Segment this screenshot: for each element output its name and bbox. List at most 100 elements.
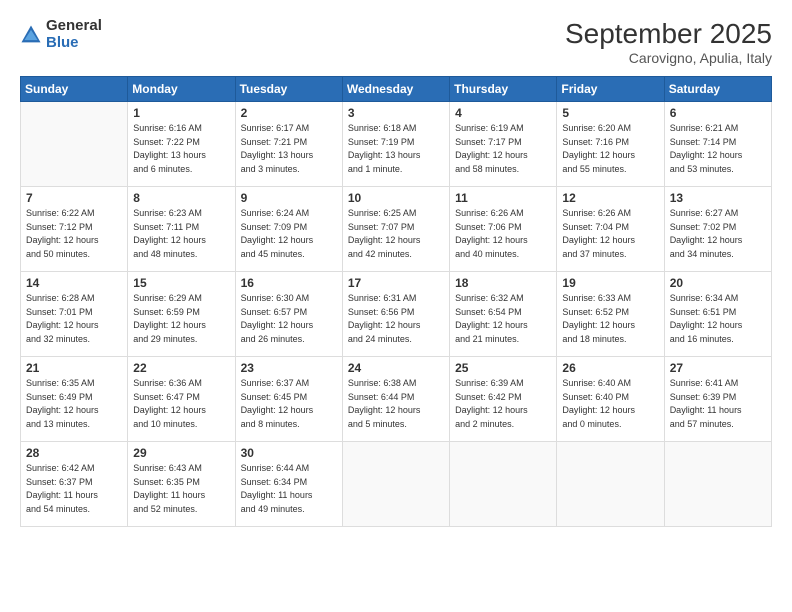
calendar-cell: 29Sunrise: 6:43 AMSunset: 6:35 PMDayligh…	[128, 442, 235, 527]
calendar-cell: 17 Sunrise: 6:31 AMSunset: 6:56 PMDayligh…	[342, 272, 449, 357]
calendar-cell: 1Sunrise: 6:16 AMSunset: 7:22 PMDaylight…	[128, 102, 235, 187]
day-info: Sunrise: 6:30 AMSunset: 6:57 PMDaylight:…	[241, 292, 337, 346]
calendar-header-row: SundayMondayTuesdayWednesdayThursdayFrid…	[21, 77, 772, 102]
col-header-monday: Monday	[128, 77, 235, 102]
calendar-cell: 28 Sunrise: 6:42 AMSunset: 6:37 PMDayligh…	[21, 442, 128, 527]
day-info: Sunrise: 6:17 AMSunset: 7:21 PMDaylight:…	[241, 122, 337, 176]
day-number: 2	[241, 106, 337, 120]
header: General Blue September 2025 Carovigno, A…	[20, 18, 772, 66]
day-number: 21	[26, 361, 122, 375]
day-info: Sunrise: 6:33 AMSunset: 6:52 PMDaylight:…	[562, 292, 658, 346]
day-number: 3	[348, 106, 444, 120]
day-number: 19	[562, 276, 658, 290]
day-info: Sunrise: 6:22 AMSunset: 7:12 PMDaylight:…	[26, 207, 122, 261]
calendar-week-3: 14Sunrise: 6:28 AMSunset: 7:01 PMDayligh…	[21, 272, 772, 357]
day-number: 30	[241, 446, 337, 460]
day-info: Sunrise: 6:18 AMSunset: 7:19 PMDaylight:…	[348, 122, 444, 176]
calendar-cell: 15 Sunrise: 6:29 AMSunset: 6:59 PMDayligh…	[128, 272, 235, 357]
day-number: 23	[241, 361, 337, 375]
col-header-wednesday: Wednesday	[342, 77, 449, 102]
col-header-tuesday: Tuesday	[235, 77, 342, 102]
calendar-cell: 26 Sunrise: 6:40 AMSunset: 6:40 PMDayligh…	[557, 357, 664, 442]
day-info: Sunrise: 6:35 AMSunset: 6:49 PMDaylight:…	[26, 377, 122, 431]
day-number: 24	[348, 361, 444, 375]
day-info: Sunrise: 6:26 AMSunset: 7:04 PMDaylight:…	[562, 207, 658, 261]
day-number: 27	[670, 361, 766, 375]
day-info: Sunrise: 6:37 AMSunset: 6:45 PMDaylight:…	[241, 377, 337, 431]
calendar-week-5: 28 Sunrise: 6:42 AMSunset: 6:37 PMDayligh…	[21, 442, 772, 527]
calendar-cell: 9 Sunrise: 6:24 AMSunset: 7:09 PMDaylight…	[235, 187, 342, 272]
day-info: Sunrise: 6:29 AMSunset: 6:59 PMDaylight:…	[133, 292, 229, 346]
calendar-cell: 2 Sunrise: 6:17 AMSunset: 7:21 PMDaylight…	[235, 102, 342, 187]
logo-blue-text: Blue	[46, 35, 102, 52]
calendar-cell: 14Sunrise: 6:28 AMSunset: 7:01 PMDayligh…	[21, 272, 128, 357]
day-number: 15	[133, 276, 229, 290]
calendar-cell: 27 Sunrise: 6:41 AMSunset: 6:39 PMDayligh…	[664, 357, 771, 442]
day-info: Sunrise: 6:34 AMSunset: 6:51 PMDaylight:…	[670, 292, 766, 346]
calendar-cell: 4 Sunrise: 6:19 AMSunset: 7:17 PMDaylight…	[450, 102, 557, 187]
day-info: Sunrise: 6:36 AMSunset: 6:47 PMDaylight:…	[133, 377, 229, 431]
day-info: Sunrise: 6:39 AMSunset: 6:42 PMDaylight:…	[455, 377, 551, 431]
calendar-cell: 21 Sunrise: 6:35 AMSunset: 6:49 PMDayligh…	[21, 357, 128, 442]
day-info: Sunrise: 6:24 AMSunset: 7:09 PMDaylight:…	[241, 207, 337, 261]
day-number: 10	[348, 191, 444, 205]
day-info: Sunrise: 6:27 AMSunset: 7:02 PMDaylight:…	[670, 207, 766, 261]
calendar-cell	[450, 442, 557, 527]
calendar-week-4: 21 Sunrise: 6:35 AMSunset: 6:49 PMDayligh…	[21, 357, 772, 442]
calendar-cell	[664, 442, 771, 527]
col-header-friday: Friday	[557, 77, 664, 102]
calendar-cell: 8 Sunrise: 6:23 AMSunset: 7:11 PMDaylight…	[128, 187, 235, 272]
logo-text: General Blue	[46, 18, 102, 51]
day-number: 20	[670, 276, 766, 290]
day-info: Sunrise: 6:38 AMSunset: 6:44 PMDaylight:…	[348, 377, 444, 431]
calendar-cell: 3 Sunrise: 6:18 AMSunset: 7:19 PMDaylight…	[342, 102, 449, 187]
logo-icon	[20, 24, 42, 46]
day-info: Sunrise: 6:42 AMSunset: 6:37 PMDaylight:…	[26, 462, 122, 516]
calendar-cell: 10Sunrise: 6:25 AMSunset: 7:07 PMDayligh…	[342, 187, 449, 272]
calendar-cell	[21, 102, 128, 187]
col-header-thursday: Thursday	[450, 77, 557, 102]
calendar-cell: 23 Sunrise: 6:37 AMSunset: 6:45 PMDayligh…	[235, 357, 342, 442]
day-number: 26	[562, 361, 658, 375]
calendar-cell: 6Sunrise: 6:21 AMSunset: 7:14 PMDaylight…	[664, 102, 771, 187]
calendar-cell: 11 Sunrise: 6:26 AMSunset: 7:06 PMDayligh…	[450, 187, 557, 272]
logo-general-text: General	[46, 18, 102, 35]
day-number: 22	[133, 361, 229, 375]
calendar-table: SundayMondayTuesdayWednesdayThursdayFrid…	[20, 76, 772, 527]
day-info: Sunrise: 6:41 AMSunset: 6:39 PMDaylight:…	[670, 377, 766, 431]
day-number: 16	[241, 276, 337, 290]
calendar-week-1: 1Sunrise: 6:16 AMSunset: 7:22 PMDaylight…	[21, 102, 772, 187]
day-number: 1	[133, 106, 229, 120]
calendar-cell	[342, 442, 449, 527]
logo: General Blue	[20, 18, 102, 51]
calendar-cell: 24 Sunrise: 6:38 AMSunset: 6:44 PMDayligh…	[342, 357, 449, 442]
day-number: 11	[455, 191, 551, 205]
day-number: 17	[348, 276, 444, 290]
day-number: 28	[26, 446, 122, 460]
title-block: September 2025 Carovigno, Apulia, Italy	[565, 18, 772, 66]
calendar-cell: 25Sunrise: 6:39 AMSunset: 6:42 PMDayligh…	[450, 357, 557, 442]
day-number: 7	[26, 191, 122, 205]
day-info: Sunrise: 6:23 AMSunset: 7:11 PMDaylight:…	[133, 207, 229, 261]
calendar-cell: 12Sunrise: 6:26 AMSunset: 7:04 PMDayligh…	[557, 187, 664, 272]
calendar-week-2: 7 Sunrise: 6:22 AMSunset: 7:12 PMDaylight…	[21, 187, 772, 272]
day-number: 9	[241, 191, 337, 205]
day-info: Sunrise: 6:19 AMSunset: 7:17 PMDaylight:…	[455, 122, 551, 176]
day-info: Sunrise: 6:40 AMSunset: 6:40 PMDaylight:…	[562, 377, 658, 431]
calendar-cell: 19 Sunrise: 6:33 AMSunset: 6:52 PMDayligh…	[557, 272, 664, 357]
day-info: Sunrise: 6:26 AMSunset: 7:06 PMDaylight:…	[455, 207, 551, 261]
col-header-sunday: Sunday	[21, 77, 128, 102]
day-info: Sunrise: 6:20 AMSunset: 7:16 PMDaylight:…	[562, 122, 658, 176]
calendar-cell: 13Sunrise: 6:27 AMSunset: 7:02 PMDayligh…	[664, 187, 771, 272]
calendar-cell: 22 Sunrise: 6:36 AMSunset: 6:47 PMDayligh…	[128, 357, 235, 442]
month-title: September 2025	[565, 18, 772, 50]
day-number: 8	[133, 191, 229, 205]
day-number: 18	[455, 276, 551, 290]
day-info: Sunrise: 6:31 AMSunset: 6:56 PMDaylight:…	[348, 292, 444, 346]
location-subtitle: Carovigno, Apulia, Italy	[565, 50, 772, 66]
day-number: 4	[455, 106, 551, 120]
calendar-cell: 30 Sunrise: 6:44 AMSunset: 6:34 PMDayligh…	[235, 442, 342, 527]
page: General Blue September 2025 Carovigno, A…	[0, 0, 792, 612]
calendar-cell: 20 Sunrise: 6:34 AMSunset: 6:51 PMDayligh…	[664, 272, 771, 357]
day-info: Sunrise: 6:44 AMSunset: 6:34 PMDaylight:…	[241, 462, 337, 516]
